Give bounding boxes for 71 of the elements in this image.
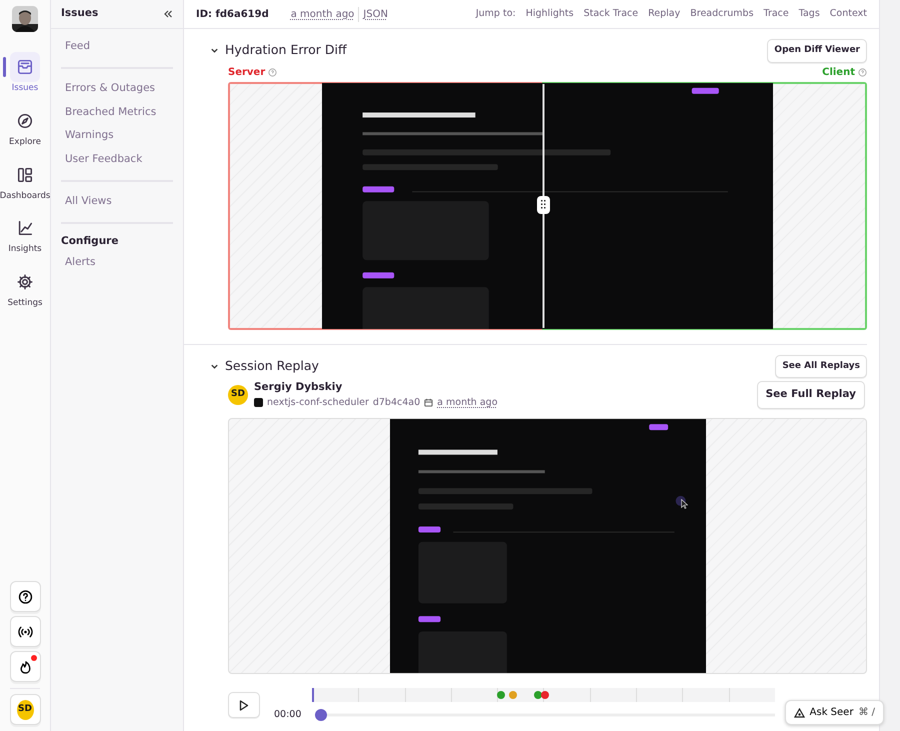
jump-link[interactable]: Breadcrumbs: [690, 6, 754, 22]
release-id: d7b4c4a0: [372, 396, 420, 410]
notification-dot: [30, 655, 36, 661]
help-button[interactable]: [10, 581, 40, 612]
nav-item[interactable]: Explore: [9, 106, 41, 148]
current-time: 00:00: [274, 708, 302, 722]
collapse-toggle[interactable]: [210, 362, 219, 371]
timeline-event[interactable]: [541, 691, 550, 699]
user-name: Sergiy Dybskiy: [254, 380, 344, 395]
scrubber-handle[interactable]: [315, 709, 328, 722]
shortcut-hint: ⌘ /: [858, 706, 875, 720]
jump-link[interactable]: Tags: [798, 6, 820, 22]
jump-link[interactable]: Highlights: [526, 6, 574, 22]
event-time: a month ago: [290, 8, 354, 22]
settings-icon: [16, 273, 34, 291]
section-heading: Configure: [61, 234, 120, 248]
calendar-icon: [424, 398, 434, 408]
see-full-replay-button[interactable]: See Full Replay: [756, 381, 865, 409]
grip-icon: [540, 200, 546, 209]
sidebar-title: Issues: [61, 6, 98, 22]
jump-link[interactable]: Trace: [764, 6, 789, 22]
server-label: Server: [228, 66, 266, 80]
broadcast-button[interactable]: [10, 616, 40, 647]
json-link[interactable]: JSON: [358, 6, 388, 22]
replay-timeline[interactable]: [312, 688, 775, 702]
ask-seer-button[interactable]: Ask Seer ⌘ /: [784, 700, 884, 725]
seer-icon: [794, 708, 805, 718]
selected-indicator: [3, 57, 6, 77]
sidebar-link[interactable]: User Feedback: [61, 148, 173, 172]
jump-link[interactable]: Replay: [648, 6, 680, 22]
event-id: ID: fd6a619d: [196, 8, 269, 22]
sidebar-link[interactable]: Errors & Outages: [61, 76, 173, 100]
sidebar-link[interactable]: Alerts: [61, 251, 173, 275]
compass-icon: [16, 112, 34, 130]
sidebar-link[interactable]: Breached Metrics: [61, 100, 173, 124]
help-icon: [858, 68, 867, 76]
nav-item[interactable]: Settings: [8, 267, 42, 310]
help-icon: [16, 588, 34, 606]
section-title: Session Replay: [225, 356, 319, 375]
section-title: Hydration Error Diff: [225, 41, 347, 60]
user-avatar: SD: [228, 385, 248, 405]
project-icon: [254, 398, 263, 408]
client-label: Client: [822, 66, 855, 80]
cursor-icon: [680, 499, 688, 509]
jump-link[interactable]: Stack Trace: [584, 6, 638, 22]
timeline-event[interactable]: [497, 691, 506, 699]
sidebar-link[interactable]: Warnings: [61, 124, 173, 148]
see-all-replays-button[interactable]: See All Replays: [775, 354, 867, 378]
dashboard-icon: [16, 166, 34, 184]
collapse-button[interactable]: [163, 9, 173, 19]
chevron-down-icon: [210, 362, 219, 371]
sidebar-link[interactable]: Feed: [61, 35, 173, 59]
flame-button[interactable]: [10, 651, 40, 682]
timeline-event[interactable]: [534, 691, 542, 699]
sidebar-link[interactable]: All Views: [61, 190, 173, 214]
inbox-icon: [16, 58, 34, 76]
play-button[interactable]: [228, 692, 260, 718]
scrollbar[interactable]: [880, 0, 900, 731]
help-icon: [268, 68, 278, 76]
jump-link[interactable]: Context: [830, 6, 867, 22]
nav-item[interactable]: Dashboards: [0, 160, 50, 202]
replay-time: a month ago: [437, 396, 498, 410]
collapse-toggle[interactable]: [210, 46, 219, 56]
user-menu-button[interactable]: SD: [10, 694, 40, 725]
play-icon: [239, 700, 249, 710]
chevron-down-icon: [210, 46, 219, 56]
jump-label: Jump to:: [476, 6, 516, 21]
chevrons-left-icon: [163, 9, 173, 19]
nav-item[interactable]: Insights: [8, 213, 42, 256]
open-diff-viewer-button[interactable]: Open Diff Viewer: [767, 39, 867, 62]
project-name: nextjs-conf-scheduler: [267, 396, 369, 410]
